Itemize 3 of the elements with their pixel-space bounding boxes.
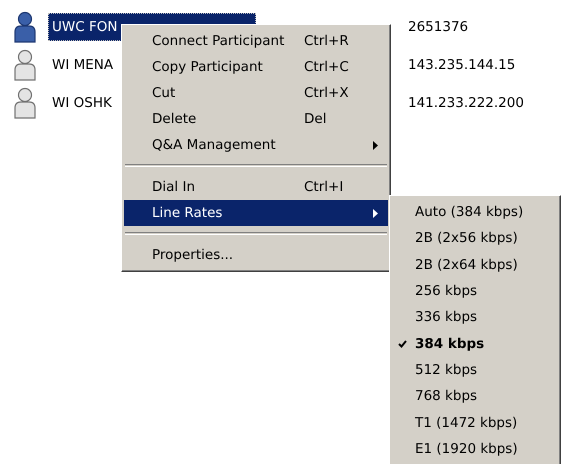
participant-address: 143.235.144.15: [408, 57, 516, 73]
participant-address: 2651376: [408, 19, 468, 35]
participant-address: 141.233.222.200: [408, 95, 524, 111]
